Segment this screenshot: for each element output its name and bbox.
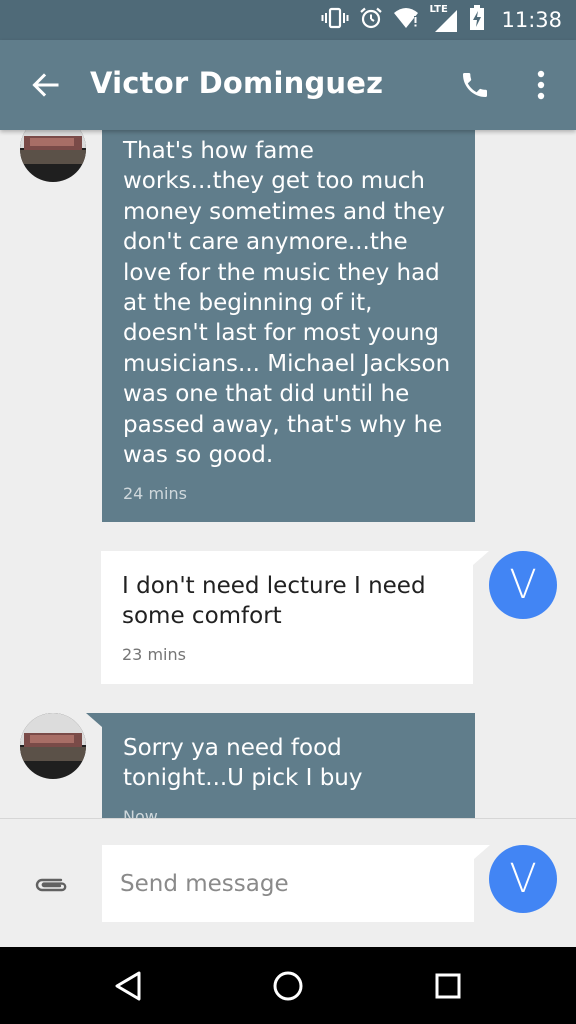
more-vert-icon: [537, 70, 545, 100]
message-text: Sorry ya need food tonight...U pick I bu…: [123, 735, 363, 792]
bubble-tail: [86, 713, 102, 727]
message-timestamp: 23 mins: [122, 644, 186, 664]
send-button[interactable]: V: [489, 845, 557, 913]
self-avatar[interactable]: V: [489, 551, 557, 619]
message-text: I don't need lecture I need some comfort: [122, 573, 433, 630]
navigation-bar: [0, 947, 576, 1024]
nav-recents-button[interactable]: [425, 963, 471, 1009]
paperclip-icon: [35, 878, 67, 892]
arrow-back-icon: [32, 73, 59, 97]
status-icons: LTE 11:38: [321, 4, 562, 35]
message-timestamp: Now: [123, 806, 158, 818]
nav-back-button[interactable]: [105, 963, 151, 1009]
battery-charging-icon: [469, 5, 485, 35]
message-text: That's how fame works...they get too muc…: [123, 138, 458, 469]
status-bar: LTE 11:38: [0, 0, 576, 40]
lte-signal-icon: LTE: [429, 4, 459, 33]
call-button[interactable]: [452, 62, 498, 108]
circle-home-icon: [273, 971, 303, 1001]
bubble-tail: [473, 551, 489, 565]
app-bar: Victor Dominguez: [0, 40, 576, 130]
vibrate-icon: [321, 6, 349, 34]
alarm-icon: [359, 6, 383, 34]
attach-button[interactable]: [28, 865, 74, 905]
contact-avatar[interactable]: [20, 713, 86, 779]
back-button[interactable]: [22, 62, 68, 108]
message-input[interactable]: [102, 845, 474, 922]
incoming-message-bubble[interactable]: That's how fame works...they get too muc…: [102, 130, 475, 522]
message-list[interactable]: That's how fame works...they get too muc…: [0, 130, 576, 818]
conversation-title: Victor Dominguez: [90, 66, 384, 100]
phone-icon: [463, 73, 487, 97]
nav-home-button[interactable]: [265, 963, 311, 1009]
triangle-back-icon: [115, 971, 141, 1001]
outgoing-message-bubble[interactable]: I don't need lecture I need some comfort…: [101, 551, 473, 684]
status-time: 11:38: [501, 8, 562, 32]
overflow-menu-button[interactable]: [518, 62, 564, 108]
contact-avatar[interactable]: [20, 130, 86, 182]
square-recents-icon: [435, 973, 461, 999]
message-timestamp: 24 mins: [123, 484, 187, 504]
incoming-message-bubble[interactable]: Sorry ya need food tonight...U pick I bu…: [102, 713, 475, 818]
compose-bar: V: [0, 818, 576, 948]
input-tail: [474, 845, 490, 859]
wifi-icon: [393, 7, 419, 33]
